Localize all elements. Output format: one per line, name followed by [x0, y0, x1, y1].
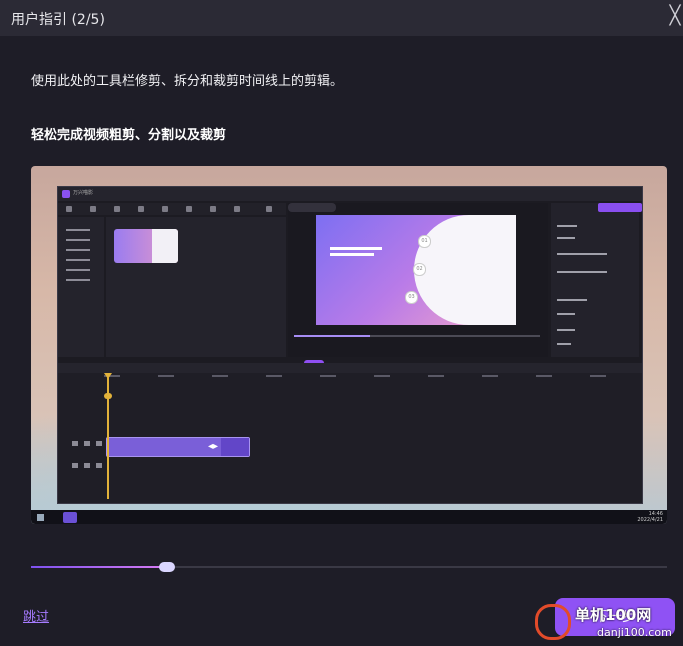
title-bar: 用户指引 (2/5) ╳ [0, 0, 683, 36]
sidebar-item [66, 269, 90, 271]
dialog-title: 用户指引 (2/5) [11, 12, 105, 28]
trim-cursor-icon: ◂▸ [208, 441, 219, 452]
guide-progress-fill [31, 566, 165, 568]
watermark-text: 单机100网 [575, 606, 652, 624]
slide-card [414, 215, 516, 325]
track-control-icon [84, 441, 90, 446]
split-screen-icon [210, 206, 216, 212]
tutorial-screenshot: 万兴喵影 + [31, 166, 667, 524]
close-icon[interactable]: ╳ [667, 5, 683, 27]
audio-icon [90, 206, 96, 212]
media-sidebar [58, 217, 104, 357]
taskbar-app-icon [63, 512, 77, 523]
slide-text-line [330, 253, 374, 256]
os-taskbar: 14:46 2022/4/21 [31, 510, 667, 524]
taskbar-date: 2022/4/21 [637, 517, 663, 523]
track-control-icon [72, 463, 78, 468]
property-label [557, 299, 587, 301]
property-label [557, 343, 571, 345]
timeline-ruler [104, 375, 640, 381]
export-button [598, 203, 642, 212]
track-control-icon [96, 441, 102, 446]
music-icon [234, 206, 240, 212]
sidebar-item [66, 239, 90, 241]
property-label [557, 237, 575, 239]
media-toolbar [58, 203, 286, 215]
media-library: + [106, 217, 324, 380]
property-label [557, 313, 575, 315]
sidebar-item [66, 279, 90, 281]
app-logo-icon [62, 190, 70, 198]
guide-progress-knob [159, 562, 175, 572]
timeline-toolbar [58, 363, 642, 373]
sidebar-item [66, 249, 90, 251]
sidebar-item [66, 259, 90, 261]
watermark-url: danji100.com [597, 626, 672, 639]
slide-text-line [330, 247, 382, 250]
editor-window: 万兴喵影 + [57, 186, 643, 504]
elements-icon [186, 206, 192, 212]
template-icon [266, 206, 272, 212]
step-heading: 轻松完成视频粗剪、分割以及裁剪 [31, 128, 227, 143]
watermark: 单机100网 danji100.com [535, 600, 677, 644]
preview-slide: 01 02 03 [316, 215, 516, 325]
timeline-panel: ◂▸ [58, 363, 642, 503]
titles-icon [114, 206, 120, 212]
preview-panel: 01 02 03 [288, 203, 548, 357]
step-description: 使用此处的工具栏修剪、拆分和裁剪时间线上的剪辑。 [31, 74, 344, 89]
record-button [288, 203, 336, 212]
track-control-icon [96, 463, 102, 468]
app-name: 万兴喵影 [73, 190, 94, 196]
guide-progress-bar [31, 562, 667, 572]
track-control-icon [84, 463, 90, 468]
property-slider [557, 271, 607, 273]
slide-marker: 01 [418, 235, 431, 248]
slide-marker: 02 [413, 263, 426, 276]
taskbar-clock: 14:46 2022/4/21 [637, 511, 663, 523]
playhead [107, 373, 109, 499]
timeline-clip [106, 437, 250, 457]
preview-progress-bar [294, 335, 540, 337]
media-thumbnail [114, 229, 178, 263]
property-label [557, 225, 577, 227]
transition-icon [138, 206, 144, 212]
effects-icon [162, 206, 168, 212]
skip-link[interactable]: 跳过 [23, 606, 49, 625]
playhead-knob [104, 393, 112, 399]
watermark-logo-icon [535, 604, 571, 640]
slide-marker: 03 [405, 291, 418, 304]
track-control-icon [72, 441, 78, 446]
property-slider [557, 253, 607, 255]
media-icon [66, 206, 72, 212]
properties-panel [551, 203, 639, 357]
property-label [557, 329, 575, 331]
editor-titlebar: 万兴喵影 [58, 187, 642, 201]
windows-start-icon [37, 514, 44, 521]
sidebar-item [66, 229, 90, 231]
